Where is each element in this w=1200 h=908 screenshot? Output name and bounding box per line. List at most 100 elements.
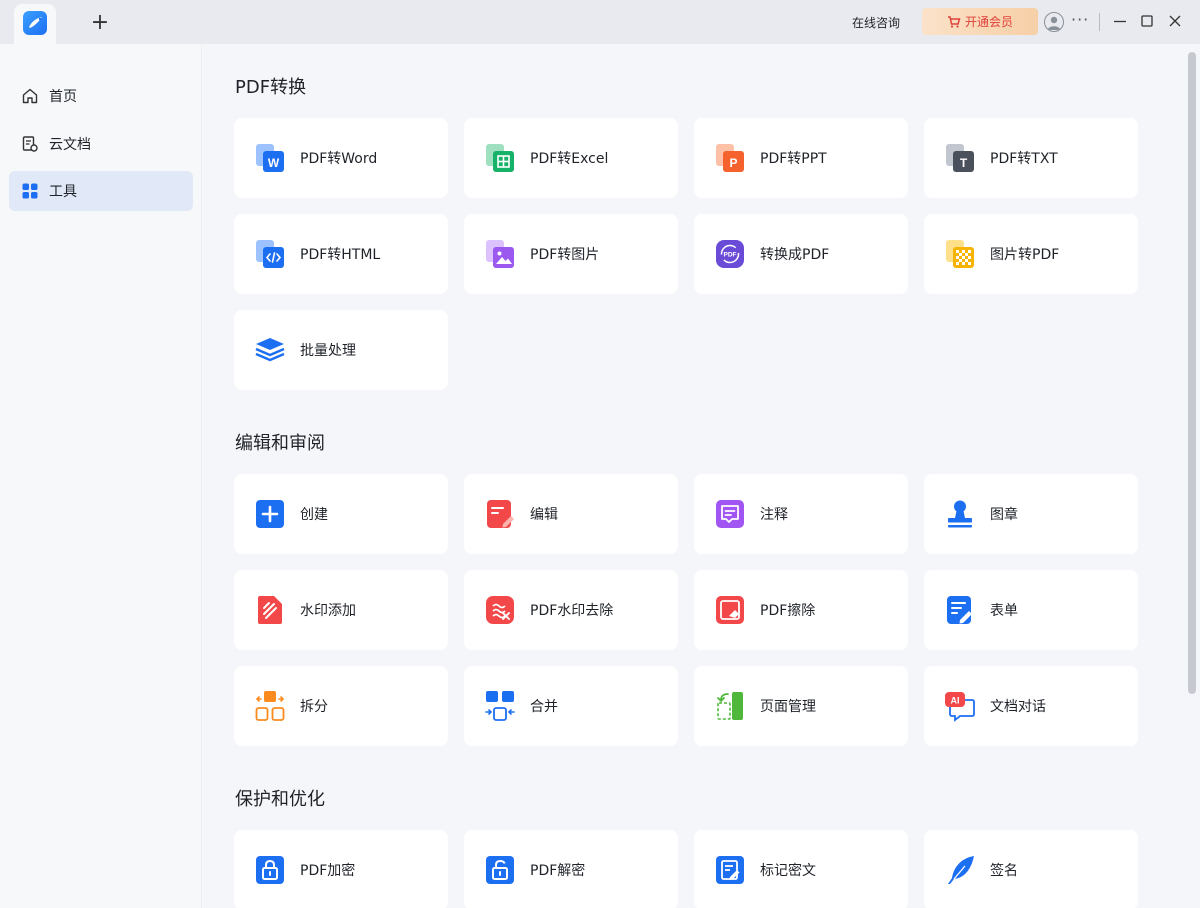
tool-card-label: 水印添加	[300, 603, 356, 619]
tool-card-label: 签名	[990, 863, 1018, 879]
tool-card-encrypt[interactable]: PDF加密	[234, 830, 448, 908]
image-to-pdf-icon	[944, 238, 976, 270]
txt-icon: T	[944, 142, 976, 174]
tool-card-create[interactable]: 创建	[234, 474, 448, 554]
watermark-remove-icon	[484, 594, 516, 626]
section-title: 编辑和审阅	[235, 433, 325, 454]
tool-card-label: PDF转Excel	[530, 151, 609, 167]
cart-icon	[947, 15, 961, 28]
tool-card-signature[interactable]: 签名	[924, 830, 1138, 908]
tool-card-pdf-to-ppt[interactable]: P PDF转PPT	[694, 118, 908, 198]
create-icon	[254, 498, 286, 530]
tool-card-batch[interactable]: 批量处理	[234, 310, 448, 390]
tool-card-stamp[interactable]: 图章	[924, 474, 1138, 554]
tool-card-convert-to-pdf[interactable]: PDF 转换成PDF	[694, 214, 908, 294]
tool-card-page-manage[interactable]: 页面管理	[694, 666, 908, 746]
tool-card-pdf-to-excel[interactable]: PDF转Excel	[464, 118, 678, 198]
svg-text:P: P	[729, 156, 737, 170]
ppt-icon: P	[714, 142, 746, 174]
tool-card-label: 页面管理	[760, 699, 816, 715]
app-tab[interactable]	[14, 4, 56, 44]
tool-card-decrypt[interactable]: PDF解密	[464, 830, 678, 908]
tools-panel: PDF转换 W PDF转Word PDF转Excel P PDF转PPT T P…	[203, 44, 1186, 908]
page-manage-icon	[714, 690, 746, 722]
tool-card-label: PDF转HTML	[300, 247, 381, 263]
app-logo-icon	[23, 11, 47, 35]
excel-icon	[484, 142, 516, 174]
tool-card-watermark-remove[interactable]: PDF水印去除	[464, 570, 678, 650]
tool-card-label: 拆分	[300, 699, 328, 715]
tool-card-pdf-to-html[interactable]: PDF转HTML	[234, 214, 448, 294]
signature-icon	[944, 854, 976, 886]
online-consult-link[interactable]: 在线咨询	[852, 14, 900, 31]
redact-icon	[714, 854, 746, 886]
tool-card-label: PDF转TXT	[990, 151, 1058, 167]
edit-icon	[484, 498, 516, 530]
tool-card-merge[interactable]: 合并	[464, 666, 678, 746]
lock-icon	[254, 854, 286, 886]
tool-card-ai-chat[interactable]: AI 文档对话	[924, 666, 1138, 746]
stamp-icon	[944, 498, 976, 530]
html-icon	[254, 238, 286, 270]
tool-card-erase[interactable]: PDF擦除	[694, 570, 908, 650]
avatar-icon[interactable]	[1044, 12, 1064, 32]
tool-card-redact[interactable]: 标记密文	[694, 830, 908, 908]
tool-card-pdf-to-txt[interactable]: T PDF转TXT	[924, 118, 1138, 198]
vip-button-label: 开通会员	[964, 15, 1013, 29]
section-title: 保护和优化	[235, 789, 325, 810]
svg-text:AI: AI	[951, 696, 960, 706]
tool-card-pdf-to-word[interactable]: W PDF转Word	[234, 118, 448, 198]
to-pdf-icon: PDF	[714, 238, 746, 270]
tool-card-edit[interactable]: 编辑	[464, 474, 678, 554]
form-icon	[944, 594, 976, 626]
maximize-button[interactable]	[1138, 12, 1156, 30]
merge-icon	[484, 690, 516, 722]
minimize-button[interactable]	[1111, 12, 1129, 30]
sidebar-item-label: 首页	[49, 89, 77, 105]
tool-card-label: 创建	[300, 507, 328, 523]
more-icon[interactable]: ···	[1071, 12, 1089, 28]
tools-icon	[21, 182, 39, 200]
tool-card-label: PDF加密	[300, 863, 356, 879]
scrollbar-thumb[interactable]	[1188, 52, 1196, 694]
close-button[interactable]	[1166, 12, 1184, 30]
svg-text:W: W	[268, 156, 280, 170]
word-icon: W	[254, 142, 286, 174]
tool-card-watermark-add[interactable]: 水印添加	[234, 570, 448, 650]
tool-card-label: 标记密文	[760, 863, 816, 879]
image-icon	[484, 238, 516, 270]
sidebar-item-cloud-doc[interactable]: 云文档	[9, 124, 193, 164]
tool-card-label: 批量处理	[300, 343, 356, 359]
tool-card-label: PDF擦除	[760, 603, 816, 619]
new-tab-button[interactable]: +	[90, 12, 110, 34]
ai-chat-icon: AI	[944, 690, 976, 722]
title-bar: + 在线咨询 开通会员 ···	[0, 0, 1200, 44]
tool-card-label: PDF转Word	[300, 151, 378, 167]
cloud-doc-icon	[21, 135, 39, 153]
tool-card-label: PDF转PPT	[760, 151, 827, 167]
section-title: PDF转换	[235, 77, 307, 98]
tool-card-label: 编辑	[530, 507, 558, 523]
sidebar-item-label: 云文档	[49, 137, 91, 153]
tool-card-pdf-to-image[interactable]: PDF转图片	[464, 214, 678, 294]
home-icon	[21, 87, 39, 105]
tool-card-image-to-pdf[interactable]: 图片转PDF	[924, 214, 1138, 294]
watermark-add-icon	[254, 594, 286, 626]
sidebar-item-label: 工具	[49, 184, 77, 200]
vip-button[interactable]: 开通会员	[922, 8, 1038, 35]
erase-icon	[714, 594, 746, 626]
tool-card-label: PDF转图片	[530, 247, 600, 263]
tool-card-label: 图片转PDF	[990, 247, 1060, 263]
main-scrollbar[interactable]	[1186, 44, 1200, 908]
svg-text:PDF: PDF	[724, 252, 737, 259]
tool-card-split[interactable]: 拆分	[234, 666, 448, 746]
sidebar-item-tools[interactable]: 工具	[9, 171, 193, 211]
tool-card-label: 图章	[990, 507, 1018, 523]
tool-card-label: PDF解密	[530, 863, 586, 879]
tool-card-comment[interactable]: 注释	[694, 474, 908, 554]
tool-card-form[interactable]: 表单	[924, 570, 1138, 650]
tool-card-label: 文档对话	[990, 699, 1046, 715]
titlebar-divider	[1099, 13, 1100, 31]
split-icon	[254, 690, 286, 722]
sidebar-item-home[interactable]: 首页	[9, 76, 193, 116]
